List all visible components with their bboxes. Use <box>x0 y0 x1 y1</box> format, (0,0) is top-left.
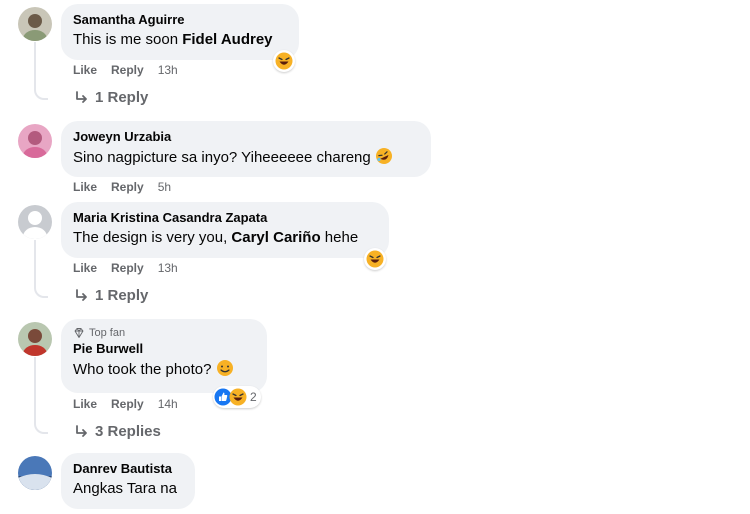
comment-actions: Like Reply 5h <box>73 180 171 194</box>
view-replies-button[interactable]: 1 Reply <box>73 287 148 304</box>
laughing-emoji-icon[interactable] <box>364 248 386 270</box>
comment-text-suffix: hehe <box>320 229 359 246</box>
comment-timestamp[interactable]: 13h <box>158 63 178 77</box>
like-button[interactable]: Like <box>73 63 97 77</box>
avatar[interactable] <box>18 322 52 356</box>
top-fan-badge: Top fan <box>73 326 255 340</box>
reply-button[interactable]: Reply <box>111 63 144 77</box>
replies-count: 3 Replies <box>95 423 161 440</box>
view-replies-button[interactable]: 1 Reply <box>73 89 148 106</box>
diamond-icon <box>74 328 84 338</box>
comment-actions: Like Reply 13h <box>73 63 178 77</box>
comment-text-body: Who took the photo? <box>73 361 212 378</box>
comment-timestamp[interactable]: 13h <box>158 261 178 275</box>
comments-section: Samantha Aguirre This is me soon Fidel A… <box>0 0 750 514</box>
comment-bubble: Top fan Pie Burwell Who took the photo? <box>61 319 267 393</box>
comment-timestamp[interactable]: 14h <box>158 397 178 411</box>
avatar[interactable] <box>18 124 52 158</box>
haha-reaction-icon <box>229 388 247 406</box>
avatar[interactable] <box>18 456 52 490</box>
rofl-emoji-icon <box>375 148 392 164</box>
replies-count: 1 Reply <box>95 287 149 304</box>
comment-bubble: Maria Kristina Casandra Zapata The desig… <box>61 202 389 258</box>
like-button[interactable]: Like <box>73 397 97 411</box>
mention-link[interactable]: Caryl Cariño <box>231 229 320 246</box>
comment-text: Angkas Tara na <box>73 480 177 497</box>
comment-bubble: Joweyn Urzabia Sino nagpicture sa inyo? … <box>61 121 431 177</box>
comment-text-body: Sino nagpicture sa inyo? Yiheeeeee chare… <box>73 149 371 166</box>
comment-text: Sino nagpicture sa inyo? Yiheeeeee chare… <box>73 147 419 168</box>
reaction-count: 2 <box>250 390 257 404</box>
smile-emoji-icon <box>216 360 233 376</box>
mention-link[interactable]: Fidel Audrey <box>182 31 272 48</box>
top-fan-label: Top fan <box>89 327 126 339</box>
comment-author[interactable]: Danrev Bautista <box>73 460 183 477</box>
comment-bubble: Samantha Aguirre This is me soon Fidel A… <box>61 4 299 60</box>
laughing-emoji-icon[interactable] <box>273 50 295 72</box>
comment-text: Who took the photo? <box>73 359 255 380</box>
avatar[interactable] <box>18 205 52 239</box>
comment-author[interactable]: Samantha Aguirre <box>73 11 287 28</box>
replies-count: 1 Reply <box>95 89 149 106</box>
comment-text-body: This is me soon <box>73 31 183 48</box>
reply-arrow-icon <box>76 90 87 103</box>
thread-line <box>34 240 48 298</box>
thread-line <box>34 42 48 100</box>
reply-button[interactable]: Reply <box>111 397 144 411</box>
comment-actions: Like Reply 13h <box>73 261 178 275</box>
comment-author[interactable]: Pie Burwell <box>73 340 255 357</box>
comment-actions: Like Reply 14h <box>73 397 178 411</box>
reply-arrow-icon <box>76 288 87 301</box>
comment-text-body: The design is very you, <box>73 229 232 246</box>
view-replies-button[interactable]: 3 Replies <box>73 423 161 440</box>
comment-author[interactable]: Maria Kristina Casandra Zapata <box>73 209 377 226</box>
thread-line <box>34 357 48 434</box>
reply-arrow-icon <box>76 424 87 437</box>
comment-text: This is me soon Fidel Audrey <box>73 30 287 50</box>
like-button[interactable]: Like <box>73 261 97 275</box>
avatar[interactable] <box>18 7 52 41</box>
comment-bubble: Danrev Bautista Angkas Tara na <box>61 453 195 509</box>
comment-timestamp[interactable]: 5h <box>158 180 171 194</box>
comment-author[interactable]: Joweyn Urzabia <box>73 128 419 145</box>
reply-button[interactable]: Reply <box>111 261 144 275</box>
reactions-summary[interactable]: 2 <box>213 386 261 408</box>
reply-button[interactable]: Reply <box>111 180 144 194</box>
like-button[interactable]: Like <box>73 180 97 194</box>
comment-text: The design is very you, Caryl Cariño heh… <box>73 228 377 248</box>
